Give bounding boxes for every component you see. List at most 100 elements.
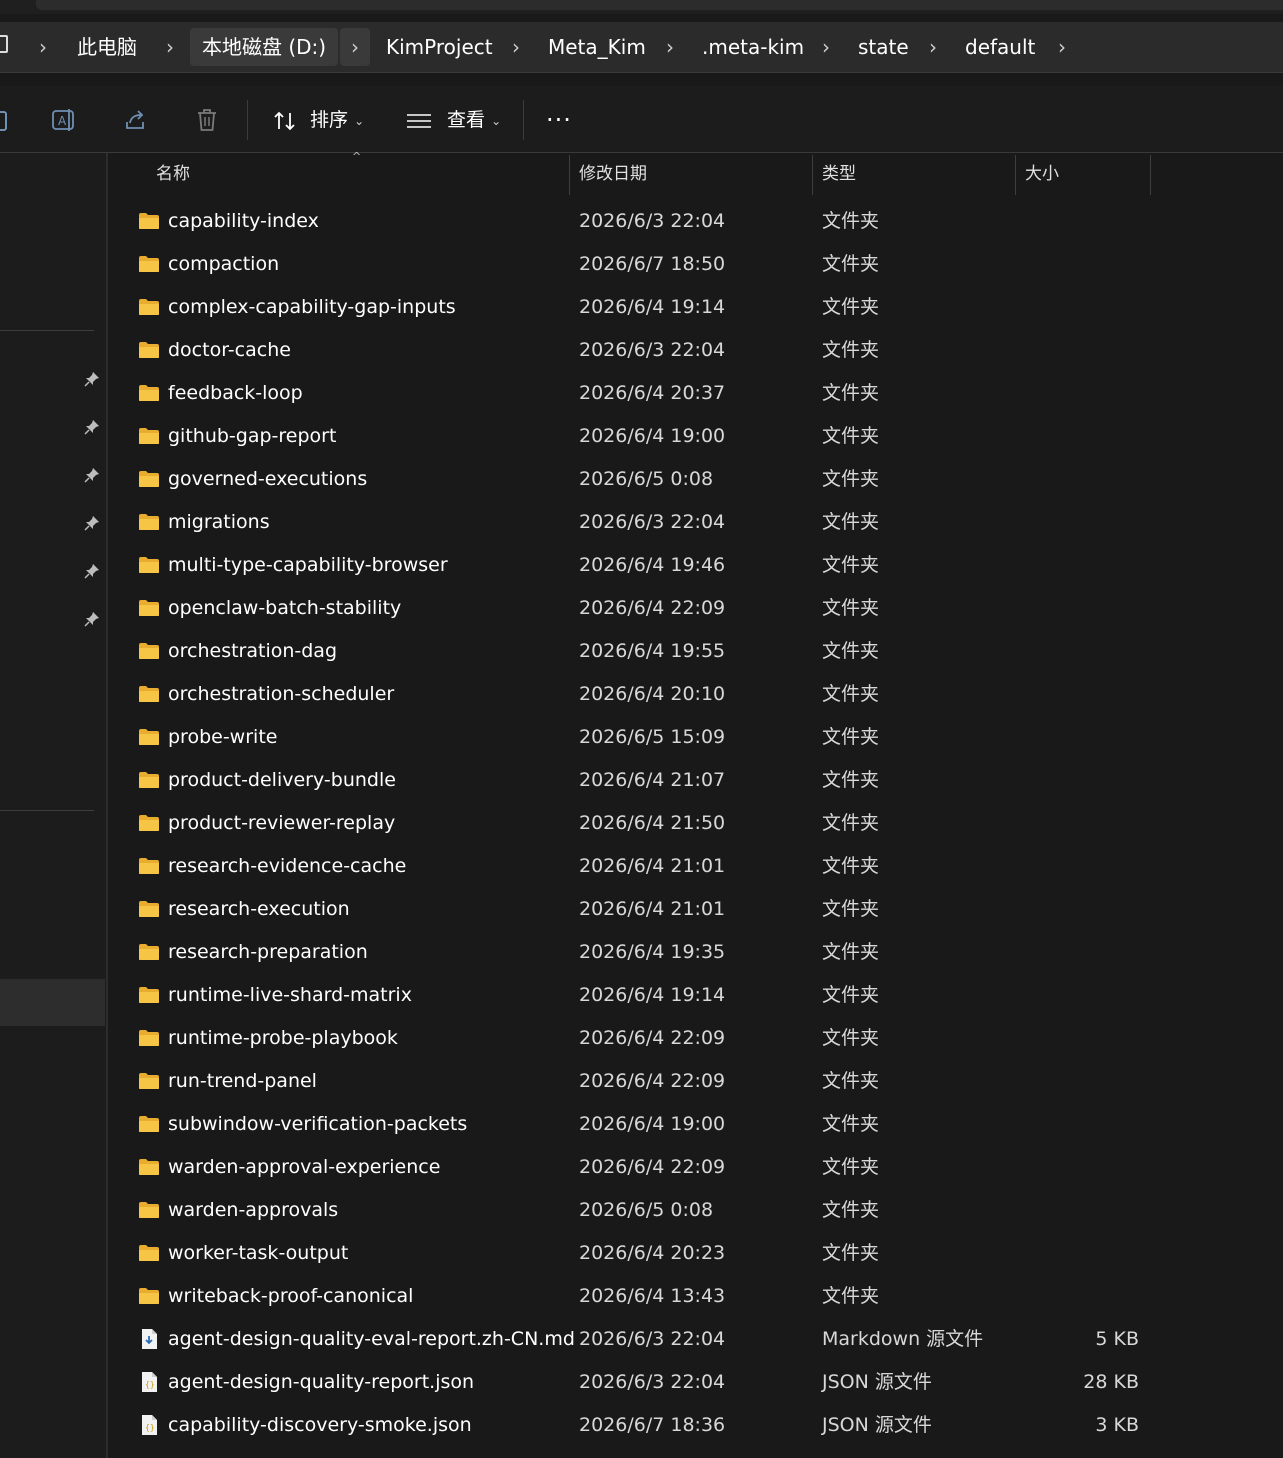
file-row[interactable]: run-trend-panel 2026/6/4 22:09 文件夹 [108,1060,1283,1103]
column-header-name[interactable]: 名称 [156,153,190,195]
computer-icon[interactable] [0,35,8,53]
file-row[interactable]: warden-approvals 2026/6/5 0:08 文件夹 [108,1189,1283,1232]
chevron-right-icon[interactable]: › [503,28,529,66]
pin-icon[interactable] [84,611,100,627]
folder-icon [139,557,159,573]
file-name: complex-capability-gap-inputs [168,296,456,318]
file-name: governed-executions [168,468,368,490]
folder-icon [139,213,159,229]
file-modified: 2026/6/4 19:55 [579,640,726,662]
column-header-modified[interactable]: 修改日期 [579,153,647,195]
file-row[interactable]: research-execution 2026/6/4 21:01 文件夹 [108,888,1283,931]
file-modified: 2026/6/5 0:08 [579,1199,714,1221]
file-row[interactable]: doctor-cache 2026/6/3 22:04 文件夹 [108,329,1283,372]
chevron-right-icon[interactable]: › [1049,28,1075,66]
breadcrumb-this-pc[interactable]: 此电脑 [77,28,137,66]
folder-icon [139,686,159,702]
file-type: 文件夹 [822,640,880,662]
file-row[interactable]: probe-write 2026/6/5 15:09 文件夹 [108,716,1283,759]
sort-button[interactable]: 排序 ⌄ [272,102,364,138]
file-row[interactable]: governed-executions 2026/6/5 0:08 文件夹 [108,458,1283,501]
file-row[interactable]: feedback-loop 2026/6/4 20:37 文件夹 [108,372,1283,415]
delete-icon[interactable] [194,106,222,134]
file-row[interactable]: warden-approval-experience 2026/6/4 22:09… [108,1146,1283,1189]
file-row[interactable]: product-delivery-bundle 2026/6/4 21:07 文件夹 [108,759,1283,802]
column-header-type[interactable]: 类型 [822,153,856,195]
file-row[interactable]: orchestration-scheduler 2026/6/4 20:10 文件夹 [108,673,1283,716]
chevron-right-icon[interactable]: › [813,28,839,66]
file-modified: 2026/6/3 22:04 [579,511,726,533]
breadcrumb-kimproject[interactable]: KimProject [386,28,493,66]
sidebar-item-selected[interactable] [0,979,105,1026]
file-row[interactable]: {} agent-design-quality-report.json 2026/6… [108,1361,1283,1404]
column-resize-handle[interactable] [1150,155,1151,195]
column-resize-handle[interactable] [1015,155,1016,195]
file-row[interactable]: orchestration-dag 2026/6/4 19:55 文件夹 [108,630,1283,673]
view-button[interactable]: 查看 ⌄ [405,102,501,138]
pin-icon[interactable] [84,467,100,483]
file-type: 文件夹 [822,812,880,834]
file-row[interactable]: research-evidence-cache 2026/6/4 21:01 文件夹 [108,845,1283,888]
json-file-icon: {} [142,1372,157,1392]
file-modified: 2026/6/5 0:08 [579,468,714,490]
file-row[interactable]: github-gap-report 2026/6/4 19:00 文件夹 [108,415,1283,458]
breadcrumb-local-disk-d[interactable]: 本地磁盘 (D:) [190,28,339,66]
chevron-right-icon[interactable]: › [657,28,683,66]
folder-icon [139,428,159,444]
file-type: 文件夹 [822,468,880,490]
file-modified: 2026/6/4 21:01 [579,898,726,920]
breadcrumb-state[interactable]: state [858,28,909,66]
share-icon[interactable] [122,106,150,134]
file-type: 文件夹 [822,1285,880,1307]
file-row[interactable]: writeback-proof-canonical 2026/6/4 13:43 文… [108,1275,1283,1318]
chevron-right-icon[interactable]: › [157,28,183,66]
paste-icon[interactable] [0,106,14,134]
file-name: run-trend-panel [168,1070,317,1092]
breadcrumb-default[interactable]: default [965,28,1035,66]
file-row[interactable]: complex-capability-gap-inputs 2026/6/4 19… [108,286,1283,329]
file-row[interactable]: product-reviewer-replay 2026/6/4 21:50 文件夹 [108,802,1283,845]
file-modified: 2026/6/3 22:04 [579,1328,726,1350]
folder-icon [139,1245,159,1261]
command-bar: A 排序 ⌄ 查看 ⌄ ··· [0,86,1283,153]
breadcrumb-meta-kim[interactable]: Meta_Kim [548,28,646,66]
more-options-button[interactable]: ··· [546,102,572,138]
file-row[interactable]: runtime-probe-playbook 2026/6/4 22:09 文件夹 [108,1017,1283,1060]
column-resize-handle[interactable] [812,155,813,195]
file-type: 文件夹 [822,898,880,920]
file-row[interactable]: runtime-live-shard-matrix 2026/6/4 19:14 文… [108,974,1283,1017]
pin-icon[interactable] [84,419,100,435]
file-list: capability-index 2026/6/3 22:04 文件夹 compact… [108,200,1283,1447]
folder-icon [139,1202,159,1218]
folder-icon [139,643,159,659]
file-row[interactable]: agent-design-quality-eval-report.zh-CN.m… [108,1318,1283,1361]
file-row[interactable]: openclaw-batch-stability 2026/6/4 22:09 文件… [108,587,1283,630]
rename-icon[interactable]: A [50,106,78,134]
file-size: 5 KB [1095,1328,1139,1350]
file-name: writeback-proof-canonical [168,1285,414,1307]
chevron-right-icon[interactable]: › [340,28,370,66]
chevron-right-icon[interactable]: › [920,28,946,66]
column-header-size[interactable]: 大小 [1025,153,1059,195]
column-resize-handle[interactable] [569,155,570,195]
pin-icon[interactable] [84,563,100,579]
file-row[interactable]: worker-task-output 2026/6/4 20:23 文件夹 [108,1232,1283,1275]
file-modified: 2026/6/4 22:09 [579,1156,726,1178]
folder-icon [139,1030,159,1046]
file-name: probe-write [168,726,278,748]
file-type: 文件夹 [822,339,880,361]
file-modified: 2026/6/4 20:23 [579,1242,726,1264]
chevron-right-icon[interactable]: › [30,28,56,66]
pin-icon[interactable] [84,515,100,531]
file-row[interactable]: multi-type-capability-browser 2026/6/4 19… [108,544,1283,587]
file-row[interactable]: subwindow-verification-packets 2026/6/4 1… [108,1103,1283,1146]
file-row[interactable]: compaction 2026/6/7 18:50 文件夹 [108,243,1283,286]
breadcrumb-meta-kim-hidden[interactable]: .meta-kim [702,28,804,66]
file-name: compaction [168,253,280,275]
pin-icon[interactable] [84,371,100,387]
file-row[interactable]: {} capability-discovery-smoke.json 2026/6/… [108,1404,1283,1447]
file-modified: 2026/6/7 18:50 [579,253,726,275]
file-row[interactable]: migrations 2026/6/3 22:04 文件夹 [108,501,1283,544]
file-row[interactable]: capability-index 2026/6/3 22:04 文件夹 [108,200,1283,243]
file-row[interactable]: research-preparation 2026/6/4 19:35 文件夹 [108,931,1283,974]
